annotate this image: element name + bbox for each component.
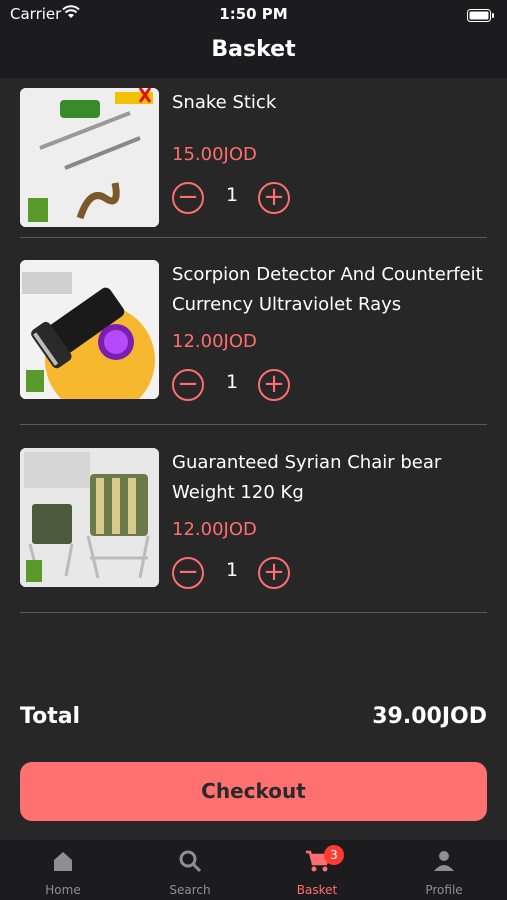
product-image-folding-chairs[interactable] [20, 448, 159, 587]
nav-bar: Basket [0, 30, 507, 78]
product-price: 12.00JOD [172, 331, 257, 352]
quantity-stepper: − 1 + [172, 369, 302, 403]
basket-item: Guaranteed Syrian Chair bear Weight 120 … [20, 438, 487, 613]
quantity-value: 1 [225, 559, 239, 581]
minus-circle-icon: − [177, 182, 199, 212]
tab-search[interactable]: Search [127, 840, 253, 900]
total-label: Total [20, 704, 81, 729]
product-image-snake-stick[interactable] [20, 88, 159, 227]
person-icon [432, 849, 456, 873]
minus-circle-icon: − [177, 369, 199, 399]
clock: 1:50 PM [219, 5, 288, 23]
decrease-quantity-button[interactable]: − [172, 182, 204, 214]
decrease-quantity-button[interactable]: − [172, 557, 204, 589]
product-name: Guaranteed Syrian Chair bear Weight 120 … [172, 452, 442, 503]
product-name: Scorpion Detector And Counterfeit Curren… [172, 264, 483, 315]
minus-circle-icon: − [177, 557, 199, 587]
quantity-value: 1 [225, 371, 239, 393]
product-price: 12.00JOD [172, 519, 257, 540]
tab-profile[interactable]: Profile [381, 840, 507, 900]
quantity-value: 1 [225, 184, 239, 206]
basket-item: Snake Stick 15.00JOD − 1 + [20, 78, 487, 238]
tab-home[interactable]: Home [0, 840, 126, 900]
status-bar: Carrier 1:50 PM [0, 0, 507, 30]
search-icon [178, 849, 202, 873]
quantity-stepper: − 1 + [172, 182, 302, 216]
total-value: 39.00JOD [372, 704, 487, 729]
battery-icon [467, 8, 495, 26]
plus-circle-icon: + [263, 369, 285, 399]
basket-item: Scorpion Detector And Counterfeit Curren… [20, 250, 487, 425]
home-icon [51, 849, 75, 873]
page-title: Basket [211, 37, 296, 62]
tab-label: Basket [296, 883, 338, 897]
increase-quantity-button[interactable]: + [258, 182, 290, 214]
tab-label: Home [45, 883, 81, 897]
plus-circle-icon: + [263, 182, 285, 212]
checkout-button[interactable]: Checkout [20, 762, 487, 821]
plus-circle-icon: + [263, 557, 285, 587]
quantity-stepper: − 1 + [172, 557, 302, 591]
decrease-quantity-button[interactable]: − [172, 369, 204, 401]
basket-count-badge: 3 [324, 845, 344, 865]
increase-quantity-button[interactable]: + [258, 369, 290, 401]
product-image-uv-flashlight[interactable] [20, 260, 159, 399]
increase-quantity-button[interactable]: + [258, 557, 290, 589]
product-name: Snake Stick [172, 92, 277, 113]
tab-basket[interactable]: 3 Basket [254, 840, 380, 900]
product-price: 15.00JOD [172, 144, 257, 165]
tab-bar: Home Search 3 Basket Profile [0, 840, 507, 900]
tab-label: Search [169, 883, 211, 897]
tab-label: Profile [425, 883, 463, 897]
